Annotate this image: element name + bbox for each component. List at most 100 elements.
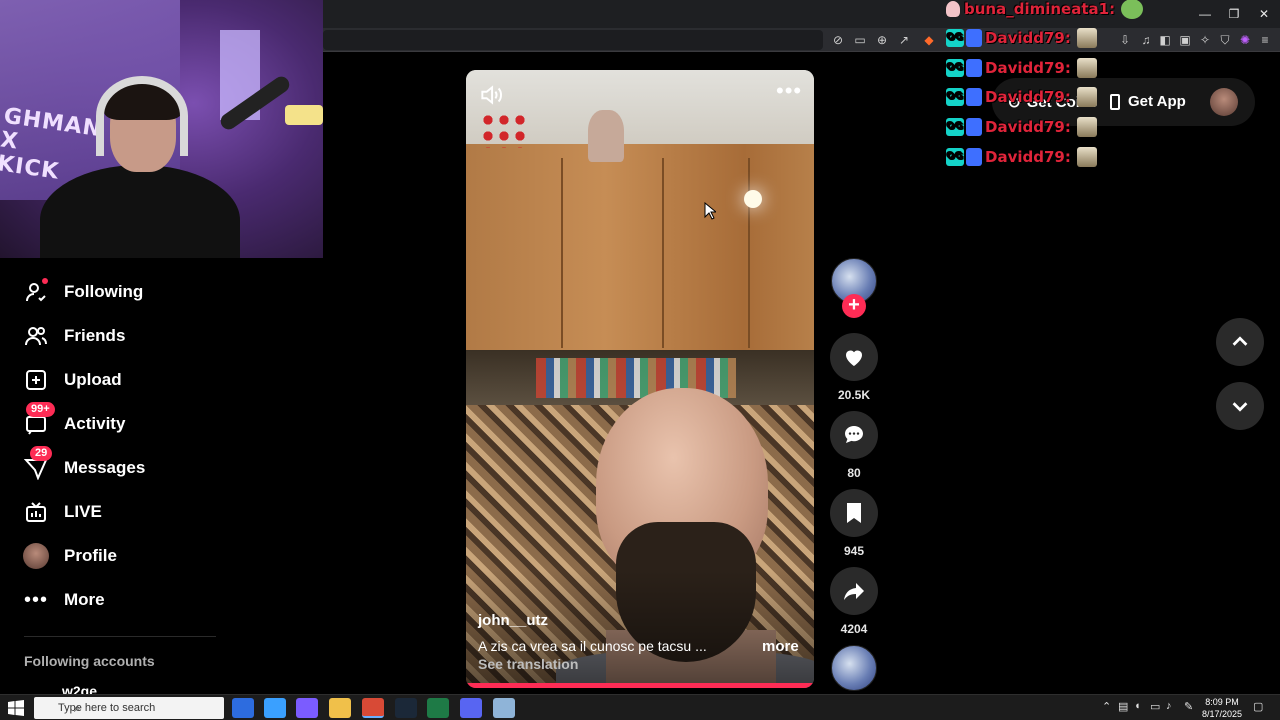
restore-button[interactable]: ❐ <box>1219 4 1249 24</box>
sidebar-item-label: Profile <box>64 546 117 565</box>
zoom-icon[interactable]: ⊕ <box>873 31 891 49</box>
sidebar-item-friends[interactable]: Friends <box>22 318 282 354</box>
system-clock[interactable]: 8:09 PM 8/17/2025 <box>1202 696 1242 720</box>
brave-shields-icon[interactable]: ◆ <box>920 31 938 49</box>
sidebar-item-activity[interactable]: 99+ Activity <box>22 402 282 442</box>
see-translation-link[interactable]: See translation <box>478 656 578 672</box>
download-icon[interactable]: ⇩ <box>1116 31 1134 49</box>
wallet-icon[interactable]: ▣ <box>1176 31 1194 49</box>
chat-username: buna_dimineata1: <box>964 0 1116 18</box>
chat-username: Davidd79: <box>985 118 1071 136</box>
following-icon <box>22 278 50 306</box>
comment-button[interactable] <box>830 411 878 459</box>
sidebar-item-label: LIVE <box>64 502 102 521</box>
address-bar[interactable] <box>323 30 823 50</box>
follow-plus-icon[interactable]: + <box>842 294 866 318</box>
tray-overflow-icon[interactable]: ⌃ <box>1102 700 1111 713</box>
meme-emote-icon <box>1076 58 1097 78</box>
subscriber-badge-icon <box>966 148 982 166</box>
more-options-icon[interactable]: ••• <box>776 80 801 106</box>
chat-username: Davidd79: <box>985 88 1071 106</box>
sidebar-item-following[interactable]: Following <box>22 274 282 310</box>
video-frame-door <box>662 158 664 348</box>
sidebar-item-messages[interactable]: 29 Messages <box>22 446 282 486</box>
pen-icon[interactable]: ✎ <box>1184 700 1193 713</box>
leo-icon[interactable]: ✧ <box>1196 31 1214 49</box>
friends-icon <box>22 322 50 350</box>
windows-taskbar: ⌕ Type here to search ⌃ ▤ ◖ ▭ ♪ ✎ 8:09 P… <box>0 694 1280 720</box>
video-player[interactable]: ••• john__utz A zis ca vrea sa il cunosc… <box>466 70 814 688</box>
copilot-app-icon[interactable] <box>296 698 318 718</box>
volume-tray-icon[interactable]: ◖ <box>1134 700 1141 712</box>
minimize-button[interactable]: — <box>1190 4 1220 24</box>
music-icon[interactable]: ♫ <box>1137 31 1155 49</box>
share-icon[interactable]: ↗ <box>895 31 913 49</box>
sidebar-item-label: Friends <box>64 326 126 345</box>
video-frame-vase <box>588 110 624 162</box>
upload-icon <box>22 366 50 394</box>
og-badge-icon: OG <box>946 148 964 166</box>
notification-dot <box>42 278 48 284</box>
messages-icon: 29 <box>22 446 53 482</box>
steam-icon[interactable] <box>395 698 417 718</box>
brave-browser-icon[interactable] <box>362 698 384 718</box>
like-button[interactable] <box>830 333 878 381</box>
get-app-label: Get App <box>1128 93 1186 110</box>
search-icon: ⌕ <box>74 701 81 715</box>
clock-date: 8/17/2025 <box>1202 709 1243 719</box>
chat-message: OG Davidd79: <box>946 87 1097 107</box>
save-button[interactable] <box>830 489 878 537</box>
volume-icon[interactable] <box>478 82 504 108</box>
video-author[interactable]: john__utz <box>478 612 548 629</box>
sidebar-item-more[interactable]: ••• More <box>22 582 282 618</box>
sidebar-item-upload[interactable]: Upload <box>22 362 282 398</box>
pip-icon[interactable]: ▭ <box>851 31 869 49</box>
subscriber-badge-icon <box>966 29 982 47</box>
next-video-button[interactable] <box>1216 382 1264 430</box>
vpn-icon[interactable]: ⛉ <box>1216 31 1234 49</box>
close-button[interactable]: ✕ <box>1249 4 1279 24</box>
sound-disc-avatar[interactable] <box>831 645 877 691</box>
reader-off-icon[interactable]: ⊘ <box>829 31 847 49</box>
discord-icon[interactable] <box>460 698 482 718</box>
live-icon <box>22 498 50 526</box>
display-icon[interactable]: ▭ <box>1150 700 1160 713</box>
og-badge-icon: OG <box>946 29 964 47</box>
chat-message: buna_dimineata1: <box>946 0 1144 19</box>
chevron-up-icon <box>1232 336 1248 346</box>
previous-video-button[interactable] <box>1216 318 1264 366</box>
video-frame-flowers <box>480 112 530 148</box>
comment-count: 80 <box>847 466 861 480</box>
sidebar-item-label: Upload <box>64 370 122 389</box>
video-progress-bar[interactable] <box>466 683 814 688</box>
og-badge-icon: OG <box>946 88 964 106</box>
windows-start-icon[interactable] <box>8 700 24 716</box>
video-frame-door <box>561 158 563 348</box>
notification-center-icon[interactable]: ▢ <box>1253 700 1263 713</box>
chat-username: Davidd79: <box>985 148 1071 166</box>
task-view-icon[interactable] <box>232 698 254 718</box>
app-icon[interactable] <box>493 698 515 718</box>
video-frame-door <box>748 158 750 348</box>
save-count: 945 <box>843 544 865 558</box>
menu-icon[interactable]: ≡ <box>1256 31 1274 49</box>
xbox-icon[interactable] <box>427 698 449 718</box>
caption-more-link[interactable]: more <box>762 638 799 655</box>
following-accounts-header: Following accounts <box>24 653 155 669</box>
meme-emote-icon <box>1076 117 1097 137</box>
taskbar-search[interactable]: ⌕ Type here to search <box>34 697 224 719</box>
copilot-icon[interactable] <box>264 698 286 718</box>
heart-icon <box>846 350 862 366</box>
speaker-icon[interactable]: ♪ <box>1166 700 1172 712</box>
sidebar-item-profile[interactable]: Profile <box>22 538 282 574</box>
sidebar-icon[interactable]: ◧ <box>1156 31 1174 49</box>
file-explorer-icon[interactable] <box>329 698 351 718</box>
extensions-icon[interactable]: ✺ <box>1236 31 1254 49</box>
user-avatar[interactable] <box>1210 88 1238 116</box>
subscriber-badge-icon <box>966 118 982 136</box>
subscriber-badge-icon <box>966 59 982 77</box>
get-app-button[interactable]: Get App <box>1110 93 1186 110</box>
network-icon[interactable]: ▤ <box>1118 700 1128 713</box>
sidebar-item-live[interactable]: LIVE <box>22 494 282 530</box>
share-button[interactable] <box>830 567 878 615</box>
